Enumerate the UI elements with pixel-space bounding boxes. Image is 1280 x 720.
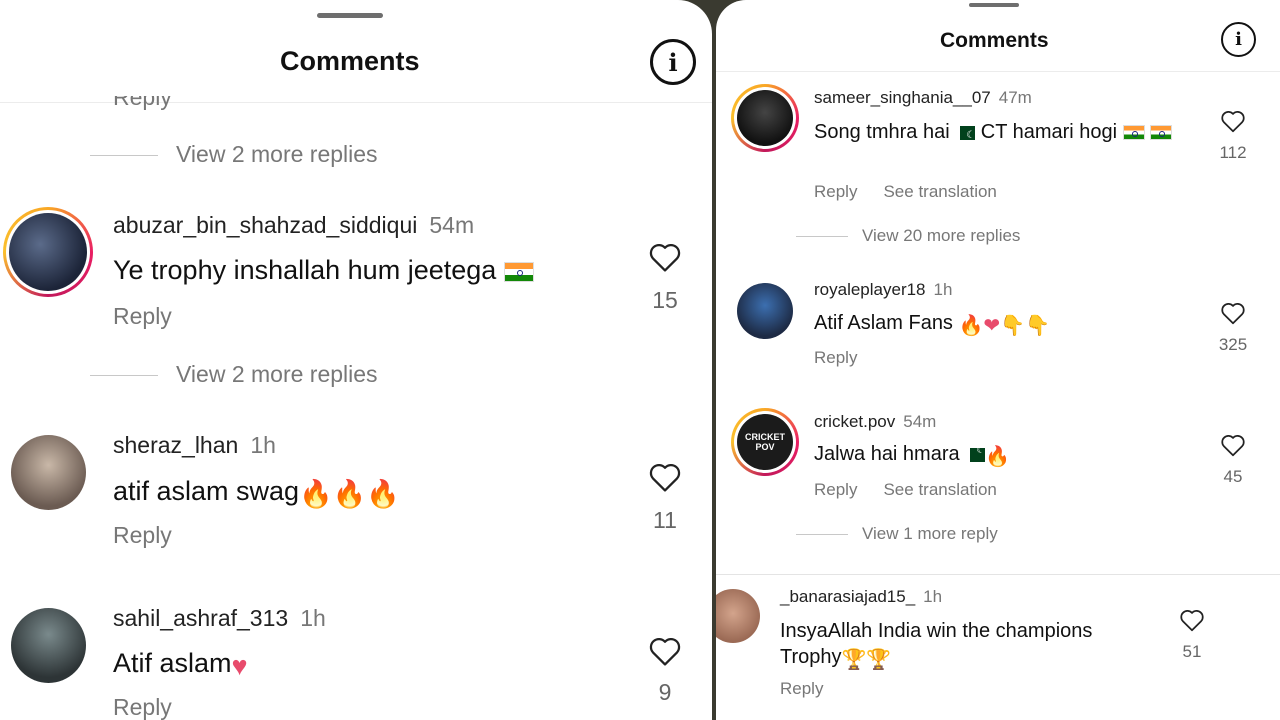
reply-button[interactable]: Reply xyxy=(113,303,172,330)
heart-outline-icon xyxy=(649,463,681,492)
comment-username[interactable]: abuzar_bin_shahzad_siddiqui 54m xyxy=(113,212,474,239)
like-count: 51 xyxy=(1182,642,1202,661)
comment-time: 47m xyxy=(998,88,1032,107)
pakistan-flag-emoji xyxy=(965,445,986,462)
like-button[interactable]: 11 xyxy=(640,461,690,534)
comment-username[interactable]: cricket.pov 54m xyxy=(814,412,936,432)
see-translation-button[interactable]: See translation xyxy=(883,182,996,201)
comment-username[interactable]: sahil_ashraf_313 1h xyxy=(113,605,326,632)
heart-outline-icon xyxy=(1180,610,1204,632)
like-button[interactable]: 9 xyxy=(640,635,690,706)
comment-time: 1h xyxy=(250,432,276,458)
comment-time: 1h xyxy=(923,587,943,606)
comment-username[interactable]: _banarasiajad15_ 1h xyxy=(780,587,942,607)
reply-button[interactable]: Reply xyxy=(113,694,172,720)
comment-text: Jalwa hai hmara 🔥 xyxy=(814,443,1010,469)
avatar[interactable] xyxy=(716,589,760,643)
comment-username[interactable]: sameer_singhania__07 47m xyxy=(814,88,1032,108)
pointing-down-emoji: 👇👇 xyxy=(1000,315,1050,337)
comment-actions: Reply See translation xyxy=(814,182,1023,202)
trophy-emoji: 🏆🏆 xyxy=(841,649,892,671)
red-heart-emoji: ❤ xyxy=(983,315,1001,337)
comment-text: Ye trophy inshallah hum jeetega xyxy=(113,255,534,286)
avatar-story-ring[interactable]: CRICKET POV xyxy=(731,408,799,476)
comment-username[interactable]: royaleplayer18 1h xyxy=(814,280,952,300)
fire-emoji: 🔥🔥🔥 xyxy=(299,479,400,509)
right-comments-panel: Comments i sameer_singhania__07 47m Song … xyxy=(716,0,1280,720)
like-count: 325 xyxy=(1218,335,1248,354)
comment-text: atif aslam swag🔥🔥🔥 xyxy=(113,476,400,509)
reply-button-cut[interactable]: Reply xyxy=(113,96,172,111)
avatar[interactable] xyxy=(11,608,86,683)
view-more-replies-button[interactable]: View 2 more replies xyxy=(90,361,378,388)
heart-outline-icon xyxy=(649,243,681,272)
like-button[interactable]: 15 xyxy=(640,241,690,314)
india-flag-emoji xyxy=(1122,125,1145,141)
like-count: 15 xyxy=(652,287,678,313)
comment-text: Atif aslam♥ xyxy=(113,648,248,681)
view-more-label: View 20 more replies xyxy=(862,226,1021,245)
see-translation-button[interactable]: See translation xyxy=(883,480,996,499)
like-count: 112 xyxy=(1219,143,1247,162)
fire-emoji: 🔥 xyxy=(958,315,984,337)
like-button[interactable]: 45 xyxy=(1213,433,1253,487)
like-button[interactable]: 325 xyxy=(1213,301,1253,355)
like-button[interactable]: 112 xyxy=(1213,109,1253,163)
like-count: 9 xyxy=(658,679,672,705)
reply-button[interactable]: Reply xyxy=(814,182,857,201)
comment-time: 1h xyxy=(300,605,326,631)
heart-outline-icon xyxy=(649,637,681,666)
avatar[interactable] xyxy=(11,435,86,510)
info-icon[interactable]: i xyxy=(1221,22,1256,57)
comment-time: 54m xyxy=(903,412,937,431)
header-divider xyxy=(0,102,712,103)
reply-button[interactable]: Reply xyxy=(780,679,823,699)
avatar-story-ring[interactable] xyxy=(3,207,93,297)
comment-actions: Reply See translation xyxy=(814,480,1023,500)
comment-username[interactable]: sheraz_lhan 1h xyxy=(113,432,276,459)
drag-handle[interactable] xyxy=(969,3,1019,7)
comments-title: Comments xyxy=(280,46,420,76)
view-more-label: View 2 more replies xyxy=(176,141,378,167)
view-more-replies-button[interactable]: View 2 more replies xyxy=(90,141,378,168)
red-heart-emoji: ♥ xyxy=(231,651,248,681)
view-more-replies-button[interactable]: View 1 more reply xyxy=(796,524,998,544)
heart-outline-icon xyxy=(1221,435,1245,457)
avatar: CRICKET POV xyxy=(737,414,793,470)
reply-button[interactable]: Reply xyxy=(814,348,857,368)
fire-emoji: 🔥 xyxy=(985,446,1011,468)
like-count: 45 xyxy=(1223,467,1243,486)
heart-outline-icon xyxy=(1221,303,1245,325)
comment-text: Atif Aslam Fans 🔥❤👇👇 xyxy=(814,312,1050,337)
view-more-label: View 2 more replies xyxy=(176,361,378,387)
reply-button[interactable]: Reply xyxy=(814,480,857,499)
like-button[interactable]: 51 xyxy=(1172,608,1212,662)
comment-text: Song tmhra hai CT hamari hogi xyxy=(814,119,1184,149)
heart-outline-icon xyxy=(1221,111,1245,133)
like-count: 11 xyxy=(653,507,677,533)
avatar[interactable] xyxy=(737,283,793,339)
info-icon[interactable]: i xyxy=(650,39,696,85)
view-more-replies-button[interactable]: View 20 more replies xyxy=(796,226,1020,246)
view-more-label: View 1 more reply xyxy=(862,524,998,543)
comment-text: InsyaAllah India win the champions Troph… xyxy=(780,620,1093,671)
india-flag-emoji xyxy=(503,261,534,282)
comment-time: 1h xyxy=(933,280,953,299)
reply-button[interactable]: Reply xyxy=(113,522,172,549)
left-comments-panel: Comments i Reply View 2 more replies abu… xyxy=(0,0,712,720)
avatar xyxy=(9,213,87,291)
avatar-story-ring[interactable] xyxy=(731,84,799,152)
pakistan-flag-emoji xyxy=(955,123,976,149)
india-flag-emoji xyxy=(1150,125,1173,141)
comments-title: Comments xyxy=(940,29,1049,52)
comment-time: 54m xyxy=(429,212,475,238)
header-divider xyxy=(716,71,1280,72)
section-divider xyxy=(716,574,1280,575)
drag-handle[interactable] xyxy=(317,13,383,18)
avatar xyxy=(737,90,793,146)
